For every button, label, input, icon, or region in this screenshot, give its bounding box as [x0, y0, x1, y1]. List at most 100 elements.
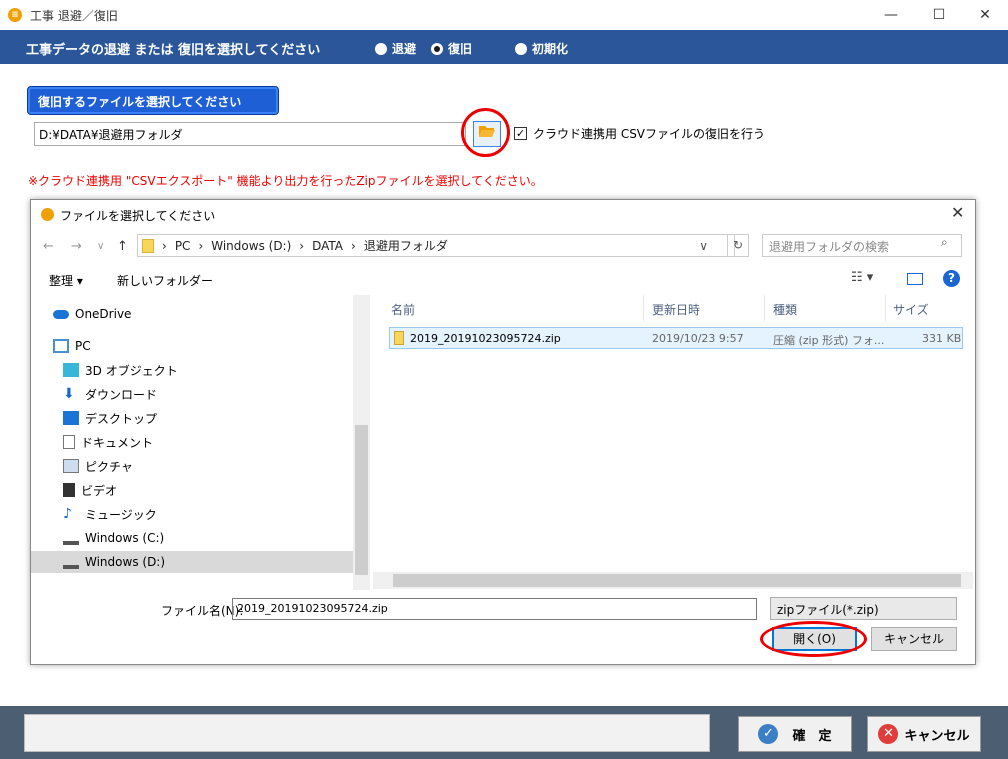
file-type-select[interactable]: zipファイル(*.zip)	[770, 597, 957, 620]
file-hscroll-thumb[interactable]	[393, 574, 961, 587]
3d-object-icon	[63, 363, 79, 377]
new-folder-button[interactable]: 新しいフォルダー	[117, 272, 213, 289]
drive-icon	[63, 555, 79, 569]
folder-icon	[142, 238, 154, 253]
highlight-circle	[461, 108, 510, 157]
maximize-button[interactable]: ☐	[916, 0, 962, 30]
tree-item-onedrive[interactable]: OneDrive	[53, 303, 131, 325]
minimize-button[interactable]: —	[868, 0, 914, 30]
csv-restore-label: クラウド連携用 CSVファイルの復旧を行う	[533, 127, 766, 141]
tree-label: OneDrive	[75, 307, 132, 321]
view-options-icon[interactable]: ☷ ▾	[851, 270, 873, 285]
file-name: 2019_20191023095724.zip	[410, 332, 561, 345]
tree-item-pc[interactable]: PC	[53, 335, 91, 357]
radio-selected-icon	[431, 42, 443, 55]
dialog-close-icon[interactable]: ✕	[951, 203, 964, 222]
mode-title: 工事データの退避 または 復旧を選択してください	[26, 43, 321, 58]
up-arrow-icon[interactable]: ↑	[117, 239, 128, 254]
select-file-label: 復旧するファイルを選択してください	[28, 87, 278, 114]
column-modified[interactable]: 更新日時	[652, 301, 700, 318]
breadcrumb-folder[interactable]: 退避用フォルダ	[364, 237, 448, 254]
mode-bar: 工事データの退避 または 復旧を選択してください 退避 復旧 初期化	[0, 30, 1008, 64]
tree-item-desktop[interactable]: デスクトップ	[63, 407, 157, 429]
tree-label: Windows (D:)	[85, 555, 166, 569]
recent-chevron-icon[interactable]: ∨	[97, 241, 104, 252]
close-button[interactable]: ✕	[962, 0, 1008, 30]
cancel-button[interactable]: ✕ キャンセル	[867, 716, 981, 752]
radio-initialize[interactable]: 初期化	[515, 40, 568, 57]
breadcrumb-drive[interactable]: Windows (D:)	[211, 239, 291, 253]
tree-item-download[interactable]: ⬇ ダウンロード	[63, 383, 157, 405]
tree-label: PC	[75, 339, 91, 353]
radio-label: 初期化	[532, 42, 569, 56]
tree-label: ドキュメント	[81, 435, 154, 450]
file-row[interactable]: 2019_20191023095724.zip 2019/10/23 9:57 …	[389, 327, 963, 349]
radio-backup[interactable]: 退避	[375, 40, 416, 57]
back-arrow-icon[interactable]: ←	[43, 239, 54, 254]
column-divider[interactable]	[885, 295, 886, 321]
music-icon: ♪	[63, 506, 72, 522]
tree-item-3d[interactable]: 3D オブジェクト	[63, 359, 178, 381]
breadcrumb-sep: ›	[162, 238, 167, 253]
tree-item-drive-d[interactable]: Windows (D:)	[31, 551, 353, 573]
desktop-icon	[63, 411, 79, 425]
tree-item-music[interactable]: ♪ ミュージック	[63, 503, 157, 525]
confirm-button[interactable]: ✓ 確 定	[738, 716, 852, 752]
tree-item-drive-c[interactable]: Windows (C:)	[63, 527, 164, 549]
check-icon: ✓	[758, 724, 779, 744]
csv-restore-checkbox[interactable]: ✓ クラウド連携用 CSVファイルの復旧を行う	[514, 125, 765, 142]
chevron-down-icon[interactable]: ∨	[699, 239, 708, 253]
tree-label: ビデオ	[81, 483, 118, 498]
column-size[interactable]: サイズ	[893, 301, 929, 318]
file-size: 331 KB	[922, 332, 962, 345]
breadcrumb-sep: ›	[299, 238, 305, 253]
radio-circle-icon	[515, 42, 527, 55]
column-divider[interactable]	[643, 295, 644, 321]
close-icon: ✕	[878, 724, 899, 744]
tree-item-pictures[interactable]: ピクチャ	[63, 455, 133, 477]
navigation-pane: OneDrive PC 3D オブジェクト ⬇ ダウンロード デスクトップ ドキュ…	[31, 295, 371, 590]
breadcrumb-sep: ›	[351, 238, 356, 253]
search-icon: ⌕	[941, 235, 948, 249]
help-icon[interactable]: ?	[943, 270, 960, 287]
dialog-title: ファイルを選択してください	[60, 209, 216, 223]
preview-pane-icon[interactable]	[907, 273, 923, 285]
dialog-cancel-button[interactable]: キャンセル	[871, 627, 957, 651]
filename-input[interactable]: 2019_20191023095724.zip	[232, 598, 757, 620]
column-type[interactable]: 種類	[773, 301, 797, 318]
refresh-icon[interactable]: ↻	[727, 234, 749, 257]
path-input[interactable]: D:¥DATA¥退避用フォルダ	[34, 122, 466, 146]
file-list: 名前 更新日時 種類 サイズ 2019_20191023095724.zip 2…	[373, 295, 975, 590]
cancel-label: キャンセル	[904, 728, 970, 744]
app-icon: ≡	[8, 8, 22, 22]
breadcrumb-pc[interactable]: PC	[175, 239, 191, 253]
nav-scroll-thumb[interactable]	[355, 425, 368, 575]
tree-label: デスクトップ	[85, 411, 158, 426]
navigation-row: ← → ∨ ↑ › PC › Windows (D:) › DATA › 退避用…	[31, 231, 975, 261]
tree-item-documents[interactable]: ドキュメント	[63, 431, 153, 453]
tree-label: ダウンロード	[85, 387, 158, 402]
title-bar: ≡ 工事 退避／復旧 — ☐ ✕	[0, 0, 1008, 30]
breadcrumb-sep: ›	[198, 238, 204, 253]
column-name[interactable]: 名前	[391, 301, 415, 318]
command-bar: 整理 ▾ 新しいフォルダー ☷ ▾ ?	[31, 264, 975, 294]
video-icon	[63, 483, 75, 497]
column-divider[interactable]	[764, 295, 765, 321]
forward-arrow-icon[interactable]: →	[71, 239, 82, 254]
cloud-icon	[53, 309, 69, 319]
breadcrumb-data[interactable]: DATA	[312, 239, 343, 253]
tree-label: 3D オブジェクト	[85, 363, 178, 378]
drive-icon	[63, 531, 79, 545]
document-icon	[63, 435, 75, 449]
radio-circle-icon	[375, 42, 387, 55]
file-type: 圧縮 (zip 形式) フォ...	[773, 334, 885, 347]
tree-label: ミュージック	[85, 507, 157, 522]
search-input[interactable]: 退避用フォルダの検索	[762, 234, 962, 257]
file-dialog: ファイルを選択してください ✕ ← → ∨ ↑ › PC › Windows (…	[30, 199, 976, 665]
organize-button[interactable]: 整理 ▾	[49, 272, 83, 289]
tree-item-videos[interactable]: ビデオ	[63, 479, 117, 501]
confirm-label: 確 定	[792, 728, 832, 744]
address-bar[interactable]: › PC › Windows (D:) › DATA › 退避用フォルダ ∨	[137, 234, 735, 257]
radio-restore[interactable]: 復旧	[431, 40, 472, 57]
note-text: ※クラウド連携用 "CSVエクスポート" 機能より出力を行ったZipファイルを選…	[28, 174, 543, 188]
